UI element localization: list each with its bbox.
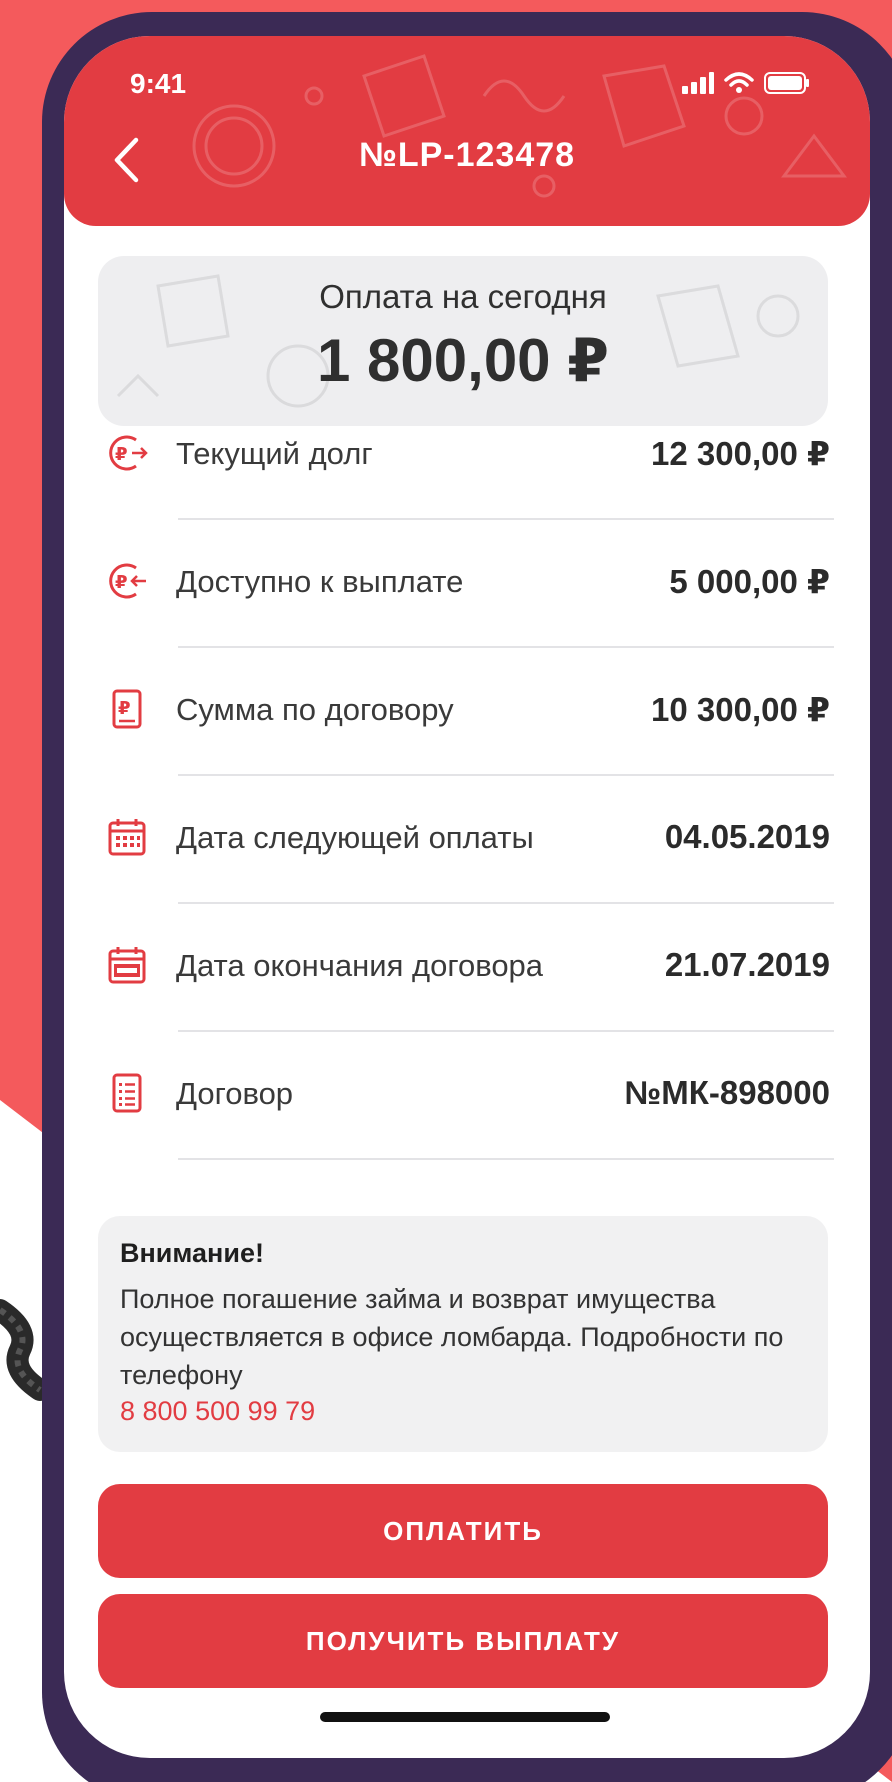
ruble-out-icon: ₽ <box>109 435 148 471</box>
status-time: 9:41 <box>130 68 187 99</box>
page-background: 9:41 №LP-123478 Оплата на сегодня 1 800,… <box>0 0 892 1782</box>
pay-button[interactable]: ОПЛАТИТЬ <box>98 1484 828 1578</box>
signal-icon <box>682 72 714 94</box>
wifi-icon <box>724 72 754 93</box>
payment-today-amount: 1 800,00 ₽ <box>317 327 609 394</box>
row-label: Дата следующей оплаты <box>176 820 534 855</box>
row-value: 04.05.2019 <box>664 818 830 855</box>
battery-icon <box>764 72 809 94</box>
calendar-icon <box>108 819 146 856</box>
row-label: Дата окончания договора <box>176 948 544 983</box>
calendar-stop-icon <box>108 947 146 984</box>
row-label: Сумма по договору <box>176 692 454 727</box>
row-label: Доступно к выплате <box>176 564 464 599</box>
svg-text:₽: ₽ <box>118 698 131 719</box>
home-indicator[interactable] <box>320 1712 610 1722</box>
row-label: Договор <box>176 1076 294 1111</box>
info-row-contract[interactable]: Договор №МК-898000 <box>98 1032 834 1160</box>
ruble-in-icon: ₽ <box>109 563 146 599</box>
status-icons <box>682 72 810 94</box>
contract-list-icon <box>112 1073 142 1113</box>
row-value: 12 300,00 ₽ <box>651 435 830 472</box>
svg-text:₽: ₽ <box>115 444 128 465</box>
payment-today-label: Оплата на сегодня <box>319 278 607 315</box>
notice-text: Полное погашение займа и возврат имущест… <box>120 1284 784 1390</box>
row-label: Текущий долг <box>176 436 373 471</box>
info-row-current-debt: ₽ Текущий долг 12 300,00 ₽ <box>98 392 834 520</box>
row-value: 5 000,00 ₽ <box>669 563 830 600</box>
attention-notice: Внимание! Полное погашение займа и возвр… <box>98 1216 828 1452</box>
notice-title: Внимание! <box>120 1238 264 1268</box>
info-row-available-payout: ₽ Доступно к выплате 5 000,00 ₽ <box>98 520 834 648</box>
notice-phone-link[interactable]: 8 800 500 99 79 <box>120 1396 315 1427</box>
header-bar: 9:41 №LP-123478 <box>64 36 870 226</box>
info-row-contract-sum: ₽ Сумма по договору 10 300,00 ₽ <box>98 648 834 776</box>
page-title: №LP-123478 <box>358 136 576 174</box>
ruble-document-icon: ₽ <box>112 689 142 729</box>
get-payout-button[interactable]: ПОЛУЧИТЬ ВЫПЛАТУ <box>98 1594 828 1688</box>
phone-screen: 9:41 №LP-123478 Оплата на сегодня 1 800,… <box>64 36 870 1758</box>
info-row-next-payment-date: Дата следующей оплаты 04.05.2019 <box>98 776 834 904</box>
row-value: 21.07.2019 <box>664 946 830 983</box>
svg-text:₽: ₽ <box>115 572 128 593</box>
info-row-contract-end-date: Дата окончания договора 21.07.2019 <box>98 904 834 1032</box>
header-pattern <box>192 54 847 198</box>
row-divider <box>178 1158 834 1160</box>
row-value: 10 300,00 ₽ <box>651 691 830 728</box>
row-value: №МК-898000 <box>624 1074 830 1111</box>
